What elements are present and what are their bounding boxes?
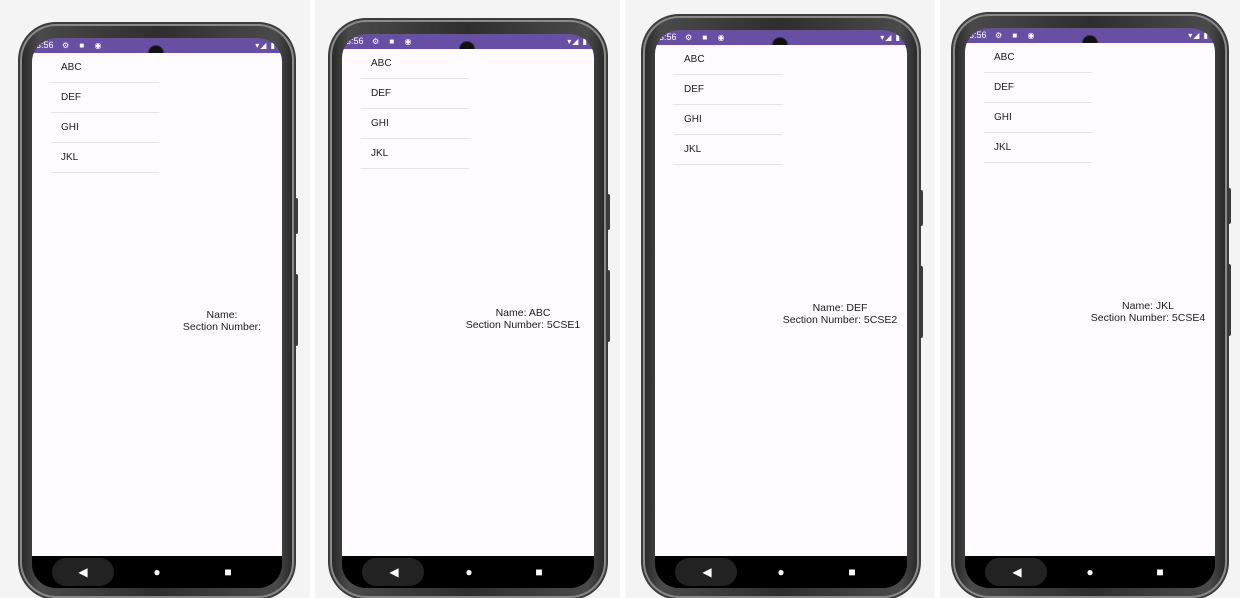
recents-icon[interactable]: ■ [527,556,551,588]
list-item-jkl[interactable]: JKL [984,133,1092,163]
list-item-ghi[interactable]: GHI [984,103,1092,133]
phone-frame-1: 3:56 ⚙ ■ ◉ ▾◢ ▮ ABC DEF GHI JKL Name: Se… [22,26,298,596]
phone-screen: 3:56 ⚙ ■ ◉ ▾◢ ▮ ABC DEF GHI JKL Name: AB… [342,34,594,588]
navigation-bar: ◀ ● ■ [32,556,282,588]
phone-frame-3: 3:56 ⚙ ■ ◉ ▾◢ ▮ ABC DEF GHI JKL Name: DE… [645,18,923,596]
signal-battery-icon: ▾◢ ▮ [1188,31,1209,40]
power-button [1227,188,1231,224]
recents-icon[interactable]: ■ [1148,556,1172,588]
back-icon[interactable]: ◀ [382,556,406,588]
list-item-jkl[interactable]: JKL [674,135,782,165]
section-number-text: Section Number: 5CSE4 [1090,312,1206,324]
volume-button [919,266,923,338]
home-icon[interactable]: ● [457,556,481,588]
status-notification-icons: ⚙ ■ ◉ [62,41,106,50]
status-notification-icons: ⚙ ■ ◉ [685,33,729,42]
name-text: Name: JKL [1122,300,1174,312]
list-item-abc[interactable]: ABC [51,53,159,83]
detail-panel: Name: DEF Section Number: 5CSE2 [750,302,907,326]
detail-panel: Name: Section Number: [132,309,282,333]
list-item-def[interactable]: DEF [984,73,1092,103]
back-icon[interactable]: ◀ [695,556,719,588]
detail-panel: Name: JKL Section Number: 5CSE4 [1058,300,1215,324]
back-icon[interactable]: ◀ [71,556,95,588]
phone-frame-4: 3:56 ⚙ ■ ◉ ▾◢ ▮ ABC DEF GHI JKL Name: JK… [955,16,1231,596]
app-content: ABC DEF GHI JKL Name: Section Number: [32,53,282,556]
list-item-jkl[interactable]: JKL [361,139,469,169]
phone-screen: 3:56 ⚙ ■ ◉ ▾◢ ▮ ABC DEF GHI JKL Name: DE… [655,30,907,588]
signal-battery-icon: ▾◢ ▮ [880,33,901,42]
power-button [294,198,298,234]
name-text: Name: [206,309,238,321]
navigation-bar: ◀ ● ■ [965,556,1215,588]
phone-screen: 3:56 ⚙ ■ ◉ ▾◢ ▮ ABC DEF GHI JKL Name: JK… [965,28,1215,588]
status-notification-icons: ⚙ ■ ◉ [372,37,416,46]
volume-button [606,270,610,342]
power-button [606,194,610,230]
section-number-text: Section Number: 5CSE2 [782,314,898,326]
status-time: 3:56 [969,30,987,40]
list-item-ghi[interactable]: GHI [51,113,159,143]
home-icon[interactable]: ● [145,556,169,588]
status-time: 3:56 [36,40,54,50]
list-item-jkl[interactable]: JKL [51,143,159,173]
student-list: ABC DEF GHI JKL [51,53,159,173]
app-content: ABC DEF GHI JKL Name: JKL Section Number… [965,43,1215,556]
list-item-ghi[interactable]: GHI [674,105,782,135]
section-number-text: Section Number: 5CSE1 [465,319,581,331]
phone-frame-2: 3:56 ⚙ ■ ◉ ▾◢ ▮ ABC DEF GHI JKL Name: AB… [332,22,610,596]
list-item-def[interactable]: DEF [361,79,469,109]
navigation-bar: ◀ ● ■ [342,556,594,588]
status-time: 3:56 [659,32,677,42]
back-icon[interactable]: ◀ [1005,556,1029,588]
list-item-ghi[interactable]: GHI [361,109,469,139]
name-text: Name: DEF [812,302,868,314]
home-icon[interactable]: ● [769,556,793,588]
section-number-text: Section Number: [182,321,262,333]
list-item-abc[interactable]: ABC [361,49,469,79]
phone-screen: 3:56 ⚙ ■ ◉ ▾◢ ▮ ABC DEF GHI JKL Name: Se… [32,38,282,588]
recents-icon[interactable]: ■ [840,556,864,588]
status-notification-icons: ⚙ ■ ◉ [995,31,1039,40]
student-list: ABC DEF GHI JKL [984,43,1092,163]
volume-button [1227,264,1231,336]
home-icon[interactable]: ● [1078,556,1102,588]
list-item-def[interactable]: DEF [674,75,782,105]
app-content: ABC DEF GHI JKL Name: ABC Section Number… [342,49,594,556]
list-item-def[interactable]: DEF [51,83,159,113]
detail-panel: Name: ABC Section Number: 5CSE1 [433,307,594,331]
list-item-abc[interactable]: ABC [984,43,1092,73]
navigation-bar: ◀ ● ■ [655,556,907,588]
list-item-abc[interactable]: ABC [674,45,782,75]
name-text: Name: ABC [495,307,551,319]
volume-button [294,274,298,346]
recents-icon[interactable]: ■ [216,556,240,588]
student-list: ABC DEF GHI JKL [674,45,782,165]
power-button [919,190,923,226]
status-time: 3:56 [346,36,364,46]
signal-battery-icon: ▾◢ ▮ [255,41,276,50]
app-content: ABC DEF GHI JKL Name: DEF Section Number… [655,45,907,556]
signal-battery-icon: ▾◢ ▮ [567,37,588,46]
student-list: ABC DEF GHI JKL [361,49,469,169]
